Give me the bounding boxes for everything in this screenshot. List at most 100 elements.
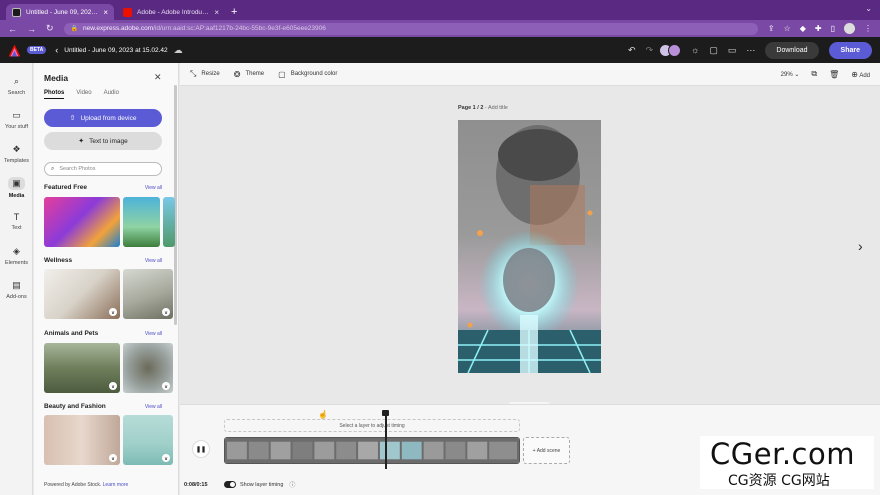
download-button[interactable]: Download bbox=[765, 41, 819, 59]
premium-badge-icon: ♛ bbox=[162, 382, 170, 390]
pause-button[interactable]: ❚❚ bbox=[192, 440, 210, 458]
artboard-image[interactable] bbox=[458, 120, 601, 373]
info-icon[interactable]: ⓘ bbox=[289, 480, 295, 489]
browser-tab-untitled[interactable]: Untitled - June 09, 2023 at 15: × bbox=[6, 4, 114, 20]
resize-button[interactable]: ⤡ Resize bbox=[190, 69, 220, 79]
forward-arrow-icon[interactable]: → bbox=[27, 24, 36, 34]
playhead[interactable] bbox=[385, 411, 387, 469]
view-all-link[interactable]: View all bbox=[145, 331, 162, 337]
back-chevron-icon[interactable]: ‹ bbox=[55, 45, 58, 55]
orb-2 bbox=[587, 210, 593, 216]
clip-frame bbox=[292, 441, 313, 460]
photo-thumbnail-beauty-1[interactable]: ♛ bbox=[44, 415, 120, 465]
upload-label: Upload from device bbox=[80, 114, 137, 122]
show-layer-timing-toggle[interactable]: Show layer timing ⓘ bbox=[224, 480, 295, 489]
puzzle-icon[interactable]: ✚ bbox=[815, 24, 822, 33]
photo-thumbnail-animal-2[interactable]: ♛ bbox=[123, 343, 173, 393]
back-arrow-icon[interactable]: ← bbox=[8, 24, 17, 34]
resize-label: Resize bbox=[201, 71, 220, 77]
lightbulb-icon[interactable]: ☼ bbox=[691, 45, 699, 55]
tab-video[interactable]: Video bbox=[76, 90, 91, 99]
playhead-handle[interactable] bbox=[382, 410, 389, 416]
undo-icon[interactable]: ↶ bbox=[628, 45, 636, 56]
present-icon[interactable]: ▭ bbox=[728, 45, 737, 56]
premium-badge-icon: ♛ bbox=[162, 308, 170, 316]
more-menu-icon[interactable]: ⋮ bbox=[864, 24, 872, 33]
page-number: Page 1 / 2 bbox=[458, 105, 484, 111]
extension-icon[interactable]: ◆ bbox=[800, 24, 806, 33]
hair-shape bbox=[498, 129, 578, 181]
rail-item-templates[interactable]: ❖ Templates bbox=[0, 137, 33, 170]
theme-icon: ❂ bbox=[233, 69, 241, 79]
photo-thumbnail-palms[interactable] bbox=[123, 197, 160, 247]
url-path: /id/urn:aaid:sc:AP:aaf1217b-24bc-55bc-9e… bbox=[153, 25, 326, 32]
text-to-image-button[interactable]: ✦ Text to image bbox=[44, 132, 162, 150]
next-page-chevron-icon[interactable]: › bbox=[858, 238, 863, 254]
upload-from-device-button[interactable]: ⇧ Upload from device bbox=[44, 109, 162, 127]
photo-thumbnail-beauty-2[interactable]: ♛ bbox=[123, 415, 173, 465]
rail-item-your-stuff[interactable]: ▭ Your stuff bbox=[0, 103, 33, 136]
watermark: CGer.com CG资源 CG网站 bbox=[700, 436, 874, 489]
document-title[interactable]: Untitled - June 09, 2023 at 15.02.42 bbox=[64, 47, 167, 54]
view-all-link[interactable]: View all bbox=[145, 185, 162, 191]
more-options-icon[interactable]: ⋯ bbox=[746, 45, 755, 56]
redo-icon[interactable]: ↷ bbox=[646, 45, 654, 56]
profile-avatar[interactable] bbox=[844, 23, 855, 34]
pages-icon[interactable]: ⧉ bbox=[811, 69, 817, 79]
photo-thumbnail-wellness-1[interactable]: ♛ bbox=[44, 269, 120, 319]
share-page-icon[interactable]: ⇪ bbox=[768, 24, 775, 33]
section-title: Wellness bbox=[44, 257, 73, 264]
rail-item-search[interactable]: ⌕ Search bbox=[0, 69, 33, 102]
tab-photos[interactable]: Photos bbox=[44, 90, 65, 99]
trash-icon[interactable]: 🗑 bbox=[829, 70, 839, 79]
add-scene-button[interactable]: + Add scene bbox=[523, 437, 570, 464]
comment-icon[interactable]: ▢ bbox=[709, 45, 718, 56]
add-button[interactable]: ⊕ Add bbox=[851, 70, 870, 79]
photo-thumbnail-wellness-2[interactable]: ♛ bbox=[123, 269, 173, 319]
tab-audio[interactable]: Audio bbox=[104, 90, 119, 99]
url-field[interactable]: 🔒 new.express.adobe.com /id/urn:aaid:sc:… bbox=[63, 22, 758, 35]
add-icon: ⊕ bbox=[851, 69, 858, 79]
rail-item-text[interactable]: T Text bbox=[0, 205, 33, 238]
bookmark-star-icon[interactable]: ☆ bbox=[784, 24, 791, 33]
tab-list-chevron-icon[interactable]: ⌄ bbox=[865, 4, 872, 13]
close-tab-icon[interactable]: × bbox=[214, 8, 219, 17]
close-tab-icon[interactable]: × bbox=[103, 8, 108, 17]
photo-thumbnail-elephant[interactable]: ♛ bbox=[44, 343, 120, 393]
rail-label: Elements bbox=[5, 259, 28, 266]
sparkle-image-icon: ✦ bbox=[78, 138, 85, 145]
adobe-express-logo-icon[interactable] bbox=[8, 44, 21, 57]
rail-item-addons[interactable]: ▤ Add-ons bbox=[0, 273, 33, 306]
section-beauty-and-fashion: Beauty and Fashion View all bbox=[44, 403, 162, 410]
browser-tab-adobe[interactable]: Adobe - Adobe Introduces Cre × bbox=[117, 4, 225, 20]
view-all-link[interactable]: View all bbox=[145, 258, 162, 264]
user-avatar bbox=[668, 43, 682, 57]
rail-item-media[interactable]: ▣ Media bbox=[0, 171, 33, 204]
background-color-button[interactable]: ▢ Background color bbox=[278, 70, 337, 79]
toggle-switch[interactable] bbox=[224, 481, 236, 488]
share-button[interactable]: Share bbox=[828, 41, 872, 59]
collaborators[interactable] bbox=[659, 43, 682, 57]
rail-item-elements[interactable]: ◈ Elements bbox=[0, 239, 33, 272]
view-all-link[interactable]: View all bbox=[145, 404, 162, 410]
search-photos-input[interactable]: ⌕ Search Photos bbox=[44, 162, 162, 176]
close-icon[interactable]: ✕ bbox=[154, 72, 162, 83]
scene-clip[interactable] bbox=[224, 437, 520, 464]
photo-thumbnail-partial[interactable] bbox=[163, 197, 175, 247]
learn-more-link[interactable]: Learn more bbox=[103, 482, 129, 488]
left-rail: ⌕ Search ▭ Your stuff ❖ Templates ▣ Medi… bbox=[0, 63, 33, 495]
background-label: Background color bbox=[290, 71, 338, 77]
clip-frame bbox=[423, 441, 444, 460]
mouse-cursor-icon: ☝ bbox=[318, 410, 328, 419]
panel-footer: Powered by Adobe Stock. Learn more bbox=[44, 482, 128, 488]
background-swatch-icon: ▢ bbox=[278, 69, 286, 79]
upload-cloud-icon: ⇧ bbox=[69, 115, 76, 122]
zoom-select[interactable]: 29% ⌄ bbox=[781, 71, 800, 78]
new-tab-button[interactable]: + bbox=[231, 6, 237, 18]
reload-icon[interactable]: ↻ bbox=[46, 23, 54, 34]
sidepanel-icon[interactable]: ▯ bbox=[831, 24, 835, 33]
add-title-link[interactable]: - Add title bbox=[485, 105, 508, 111]
photo-thumbnail-friends[interactable] bbox=[44, 197, 120, 247]
watermark-line-1: CGer.com bbox=[710, 437, 855, 471]
theme-button[interactable]: ❂ Theme bbox=[234, 70, 264, 79]
